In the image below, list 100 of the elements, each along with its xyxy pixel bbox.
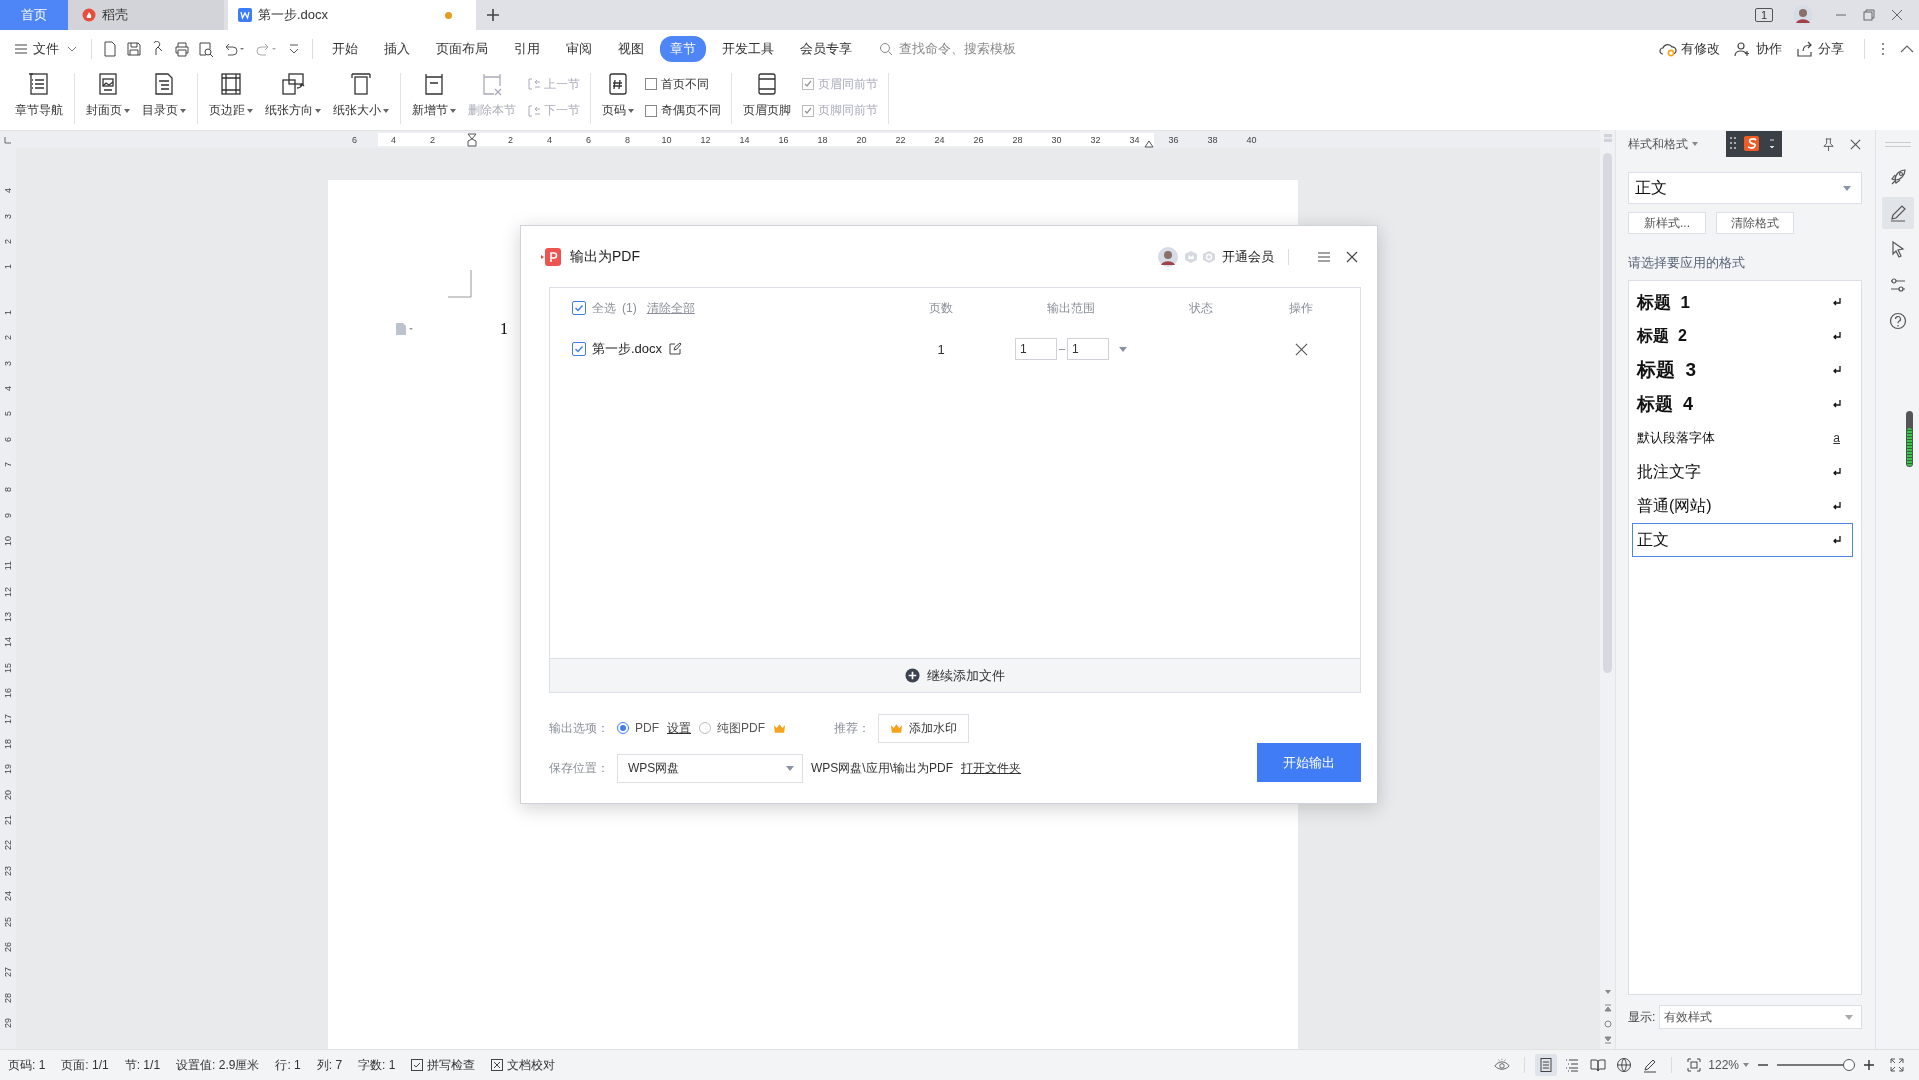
style-item[interactable]: 标题 1: [1632, 285, 1853, 319]
avatar-icon[interactable]: [1158, 246, 1178, 267]
toolbar-action[interactable]: 有修改: [1659, 39, 1720, 58]
ribbon-button[interactable]: 页码: [599, 67, 637, 130]
save-location-label: 保存位置：: [549, 759, 609, 777]
style-item[interactable]: 正文: [1632, 523, 1853, 557]
style-item[interactable]: 标题 3: [1632, 353, 1853, 387]
ruler-number: 4: [547, 134, 552, 145]
zoom-level[interactable]: 122%: [1708, 1058, 1739, 1072]
show-filter-select[interactable]: 有效样式: [1659, 1005, 1862, 1029]
add-files-button[interactable]: 继续添加文件: [550, 658, 1360, 692]
window-count-badge[interactable]: 1: [1754, 8, 1773, 22]
menu-icon[interactable]: [1317, 249, 1331, 264]
settings-link[interactable]: 设置: [667, 719, 691, 737]
fit-page-icon[interactable]: [1686, 1058, 1703, 1072]
fullscreen-icon[interactable]: [1889, 1058, 1905, 1072]
file-checkbox[interactable]: [572, 342, 586, 356]
style-item[interactable]: 默认段落字体 a: [1632, 421, 1853, 455]
zoom-slider[interactable]: [1777, 1058, 1855, 1072]
ribbon-button[interactable]: 目录页: [139, 67, 189, 130]
view-mode-button[interactable]: [1535, 1054, 1558, 1076]
status-toggle[interactable]: 拼写检查: [411, 1056, 476, 1074]
panel-title[interactable]: 样式和格式: [1628, 135, 1688, 153]
input-method-toolbar-icon[interactable]: [1726, 131, 1782, 157]
edit-icon[interactable]: [668, 342, 683, 356]
eye-icon[interactable]: [1494, 1058, 1511, 1072]
file-menu[interactable]: 文件: [14, 39, 77, 58]
radio-option[interactable]: 纯图PDF: [699, 719, 765, 737]
ribbon-button[interactable]: 纸张方向: [262, 67, 324, 130]
remove-icon[interactable]: [1294, 342, 1308, 356]
style-item[interactable]: 批注文字: [1632, 455, 1853, 489]
ruler-number: 7: [3, 462, 13, 468]
ribbon-tab[interactable]: 会员专享: [790, 35, 862, 62]
ribbon-tab[interactable]: 页面布局: [426, 35, 498, 62]
dropdown-caret-icon[interactable]: [1743, 1063, 1749, 1067]
command-search-field[interactable]: 查找命令、搜索模板: [879, 40, 1041, 57]
ribbon-button[interactable]: 页眉页脚: [740, 67, 794, 130]
range-start-field[interactable]: 1: [1015, 338, 1057, 360]
browse-object-icon[interactable]: [1602, 1019, 1613, 1029]
previous-page-icon[interactable]: [1602, 1003, 1613, 1013]
toolbar-action[interactable]: 分享: [1796, 39, 1844, 58]
clear-format-button[interactable]: 清除格式: [1716, 212, 1794, 234]
document-tab[interactable]: 第一步.docx: [228, 0, 476, 30]
new-document-icon[interactable]: [102, 40, 118, 57]
document-text: 1: [500, 320, 508, 338]
open-folder-link[interactable]: 打开文件夹: [961, 759, 1021, 777]
start-export-button[interactable]: 开始输出: [1257, 743, 1361, 782]
new-style-button[interactable]: 新样式...: [1628, 212, 1706, 234]
style-item[interactable]: 标题 4: [1632, 387, 1853, 421]
indent-marker-icon[interactable]: [466, 132, 477, 147]
ribbon-checkbox[interactable]: 首页不同: [645, 75, 721, 93]
ribbon-button[interactable]: 新增节: [409, 67, 459, 130]
ruler-number: 8: [625, 134, 630, 145]
select-all-checkbox[interactable]: [572, 301, 586, 315]
ribbon-button[interactable]: 纸张大小: [330, 67, 392, 130]
add-watermark-button[interactable]: 添加水印: [878, 713, 969, 743]
restore-icon[interactable]: [1863, 9, 1875, 21]
dropdown-caret-icon[interactable]: [1119, 346, 1127, 352]
ribbon-tab[interactable]: 引用: [504, 35, 550, 62]
radio-option[interactable]: PDF: [617, 721, 659, 735]
pen-icon: [1642, 1057, 1659, 1073]
ribbon-tab[interactable]: 插入: [374, 35, 420, 62]
ribbon-button[interactable]: 章节导航: [12, 67, 66, 130]
document-tab[interactable]: 稻壳: [68, 0, 224, 30]
dropdown-caret-icon[interactable]: [1692, 142, 1698, 146]
save-location-select[interactable]: WPS网盘: [617, 753, 803, 783]
zoom-in-icon[interactable]: [1861, 1058, 1877, 1072]
scrollbar-thumb[interactable]: [1603, 153, 1612, 673]
style-item[interactable]: 标题 2: [1632, 319, 1853, 353]
ribbon-button[interactable]: 封面页: [83, 67, 133, 130]
current-style-select[interactable]: 正文: [1628, 172, 1862, 204]
toolbar-action[interactable]: 协作: [1734, 39, 1782, 58]
zoom-slider-thumb[interactable]: [1842, 1059, 1855, 1071]
close-icon[interactable]: [1345, 249, 1359, 264]
ribbon-checkbox[interactable]: 奇偶页不同: [645, 102, 721, 120]
ribbon-tab[interactable]: 开始: [322, 35, 368, 62]
ruler-number: 16: [3, 688, 13, 699]
ribbon-button[interactable]: 页边距: [206, 67, 256, 130]
side-scroll-indicator[interactable]: [1906, 411, 1913, 467]
print-icon[interactable]: [174, 40, 190, 57]
clear-all-link[interactable]: 清除全部: [646, 299, 695, 317]
avatar-icon[interactable]: [1793, 5, 1813, 25]
paragraph-handle-icon[interactable]: [394, 322, 414, 336]
pin-icon[interactable]: [1822, 137, 1835, 151]
side-tool-button[interactable]: [1881, 197, 1914, 229]
status-toggle[interactable]: 文档校对: [491, 1056, 556, 1074]
ribbon-tab[interactable]: 开发工具: [712, 35, 784, 62]
membership-link[interactable]: 开通会员: [1222, 247, 1274, 266]
new-tab-icon[interactable]: [486, 8, 500, 22]
close-icon[interactable]: [1849, 137, 1862, 151]
close-icon[interactable]: [1891, 9, 1903, 21]
page-view-icon: [1538, 1057, 1555, 1073]
ribbon-tab[interactable]: 视图: [608, 35, 654, 62]
book-icon: [1590, 1057, 1607, 1073]
next-page-icon[interactable]: [1602, 1035, 1613, 1045]
ribbon-tab[interactable]: 审阅: [556, 35, 602, 62]
print-preview-icon[interactable]: [198, 40, 214, 57]
range-end-field[interactable]: 1: [1067, 338, 1109, 360]
style-item[interactable]: 普通(网站): [1632, 489, 1853, 523]
save-icon[interactable]: [126, 40, 142, 57]
